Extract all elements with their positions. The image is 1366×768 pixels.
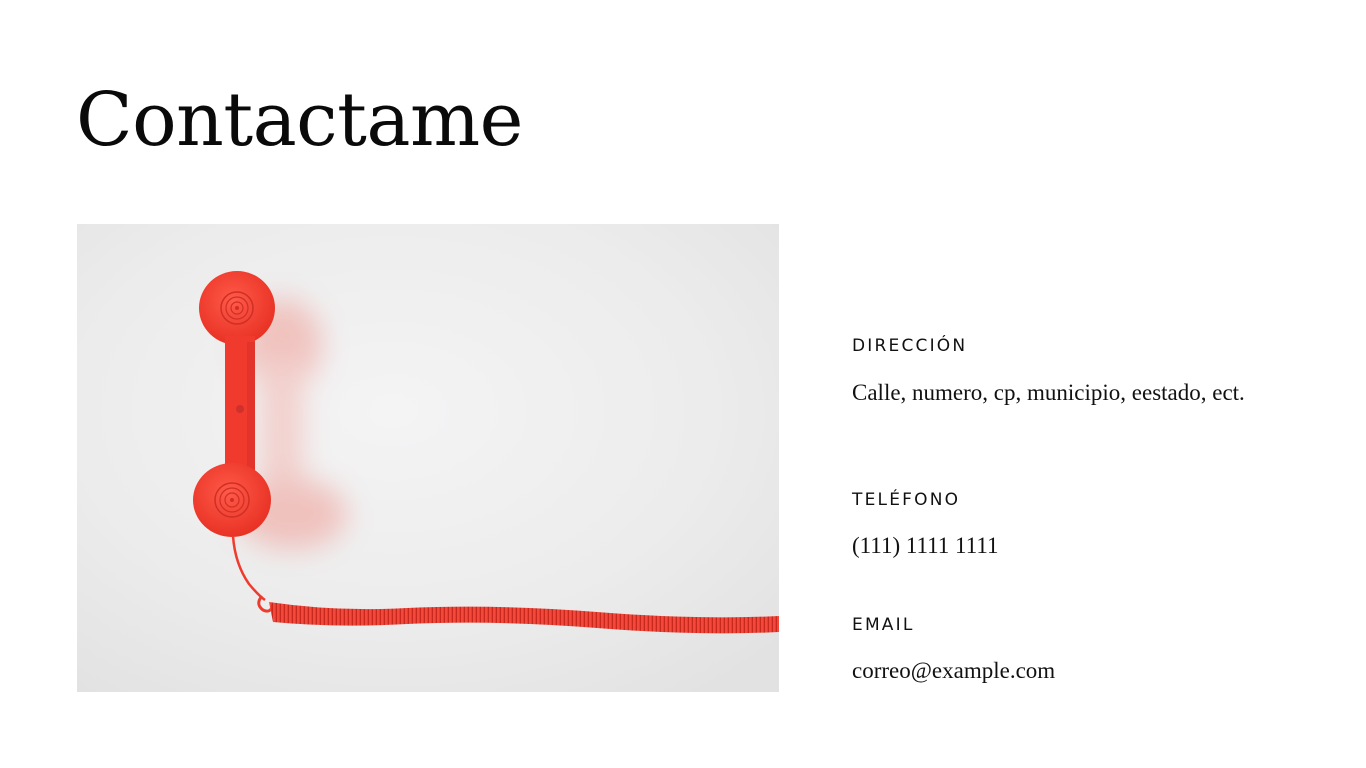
email-value: correo@example.com [852, 658, 1056, 683]
email-label: EMAIL [852, 615, 915, 635]
address-label: DIRECCIÓN [852, 336, 968, 356]
contact-page: Contactame DIRECCIÓN Calle, numero, cp, … [0, 0, 1366, 768]
phone-value: (111) 1111 1111 [852, 533, 999, 558]
phone-label: TELÉFONO [852, 490, 961, 510]
telephone-photo [77, 224, 779, 692]
telephone-image [77, 224, 779, 692]
page-title: Contactame [76, 77, 523, 163]
address-value: Calle, numero, cp, municipio, eestado, e… [852, 380, 1245, 405]
